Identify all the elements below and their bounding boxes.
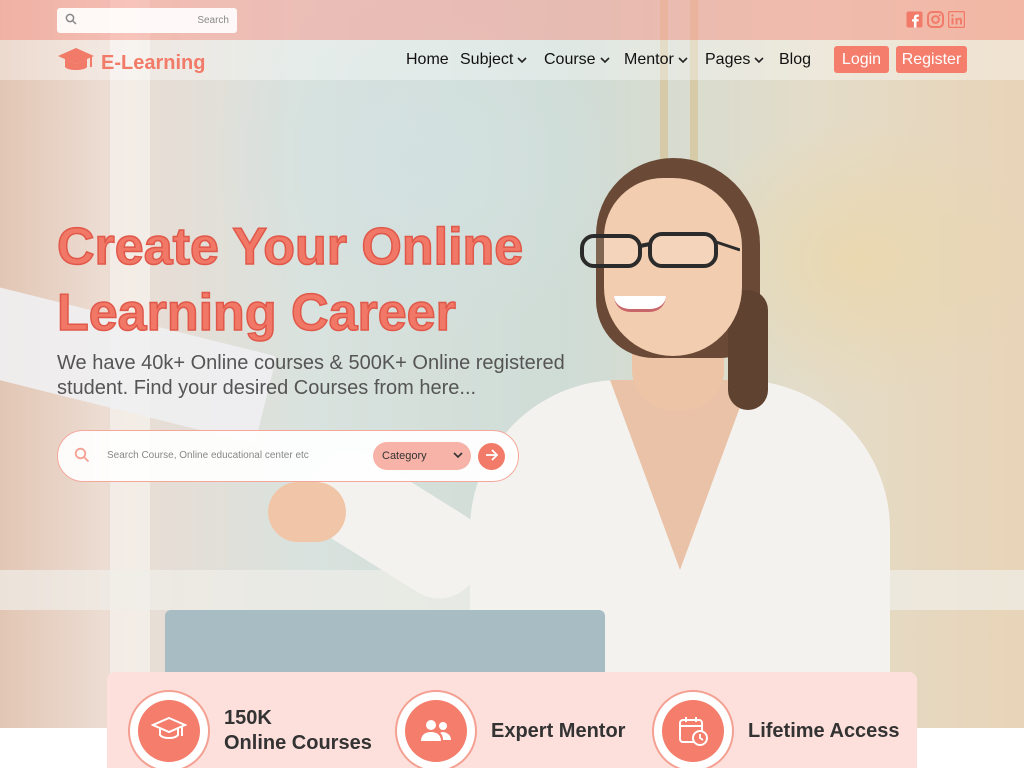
search-icon bbox=[74, 447, 90, 468]
chevron-down-icon bbox=[600, 51, 610, 69]
stat-online-courses-value: 150K bbox=[224, 707, 272, 729]
stat-expert-mentor-label: Expert Mentor bbox=[491, 719, 626, 742]
hero-headline-line2: Learning Career bbox=[56, 283, 456, 343]
course-search-bar: Search Course, Online educational center… bbox=[57, 430, 519, 482]
brand-logo[interactable]: E-Learning bbox=[57, 46, 205, 81]
nav-course[interactable]: Course bbox=[544, 51, 610, 69]
nav-mentor-label: Mentor bbox=[624, 51, 674, 68]
nav-subject[interactable]: Subject bbox=[460, 51, 527, 69]
nav-blog-label: Blog bbox=[779, 51, 812, 68]
nav-pages[interactable]: Pages bbox=[705, 51, 764, 69]
hero-headline: Create Your Online Learning Career bbox=[56, 214, 577, 346]
search-submit-button[interactable] bbox=[478, 443, 505, 470]
stat-icon-ring bbox=[395, 690, 477, 768]
facebook-icon[interactable] bbox=[906, 11, 923, 28]
register-button[interactable]: Register bbox=[896, 46, 967, 73]
instagram-icon[interactable] bbox=[927, 11, 944, 28]
stat-icon-ring bbox=[128, 690, 210, 768]
category-select-label: Category bbox=[382, 450, 427, 462]
login-button[interactable]: Login bbox=[834, 46, 889, 73]
hero-headline-line1: Create Your Online bbox=[56, 217, 524, 277]
graduation-cap-logo-icon bbox=[57, 46, 95, 81]
nav-mentor[interactable]: Mentor bbox=[624, 51, 688, 69]
nav-home[interactable]: Home bbox=[406, 51, 449, 69]
chevron-down-icon bbox=[517, 51, 527, 69]
course-search-input[interactable]: Search Course, Online educational center… bbox=[107, 450, 309, 461]
stat-icon-ring bbox=[652, 690, 734, 768]
top-search-placeholder: Search bbox=[197, 15, 229, 26]
graduation-cap-icon bbox=[138, 700, 200, 762]
chevron-down-icon bbox=[678, 51, 688, 69]
nav-home-label: Home bbox=[406, 51, 449, 68]
stat-expert-mentor: Expert Mentor bbox=[395, 690, 625, 768]
nav-subject-label: Subject bbox=[460, 51, 514, 68]
users-icon bbox=[405, 700, 467, 762]
chevron-down-icon bbox=[754, 51, 764, 69]
hero-subtitle: We have 40k+ Online courses & 500K+ Onli… bbox=[57, 352, 565, 399]
category-select[interactable]: Category bbox=[373, 442, 471, 470]
search-icon bbox=[65, 12, 77, 30]
nav-course-label: Course bbox=[544, 51, 596, 68]
arrow-right-icon bbox=[485, 448, 499, 466]
nav-blog[interactable]: Blog bbox=[779, 51, 811, 69]
stat-lifetime-access: Lifetime Access bbox=[652, 690, 900, 768]
chevron-down-icon bbox=[453, 450, 463, 462]
top-search-input[interactable]: Search bbox=[57, 8, 237, 33]
stat-lifetime-access-label: Lifetime Access bbox=[748, 719, 900, 742]
stat-online-courses-text: 150K Online Courses bbox=[224, 706, 372, 756]
brand-name: E-Learning bbox=[101, 52, 206, 74]
stats-strip: 150K Online Courses Expert Mentor Lifeti… bbox=[107, 672, 917, 768]
nav-pages-label: Pages bbox=[705, 51, 751, 68]
stat-online-courses-label: Online Courses bbox=[224, 732, 372, 754]
calendar-clock-icon bbox=[662, 700, 724, 762]
stat-online-courses: 150K Online Courses bbox=[128, 690, 372, 768]
linkedin-icon[interactable] bbox=[948, 11, 965, 28]
social-links bbox=[906, 11, 965, 28]
